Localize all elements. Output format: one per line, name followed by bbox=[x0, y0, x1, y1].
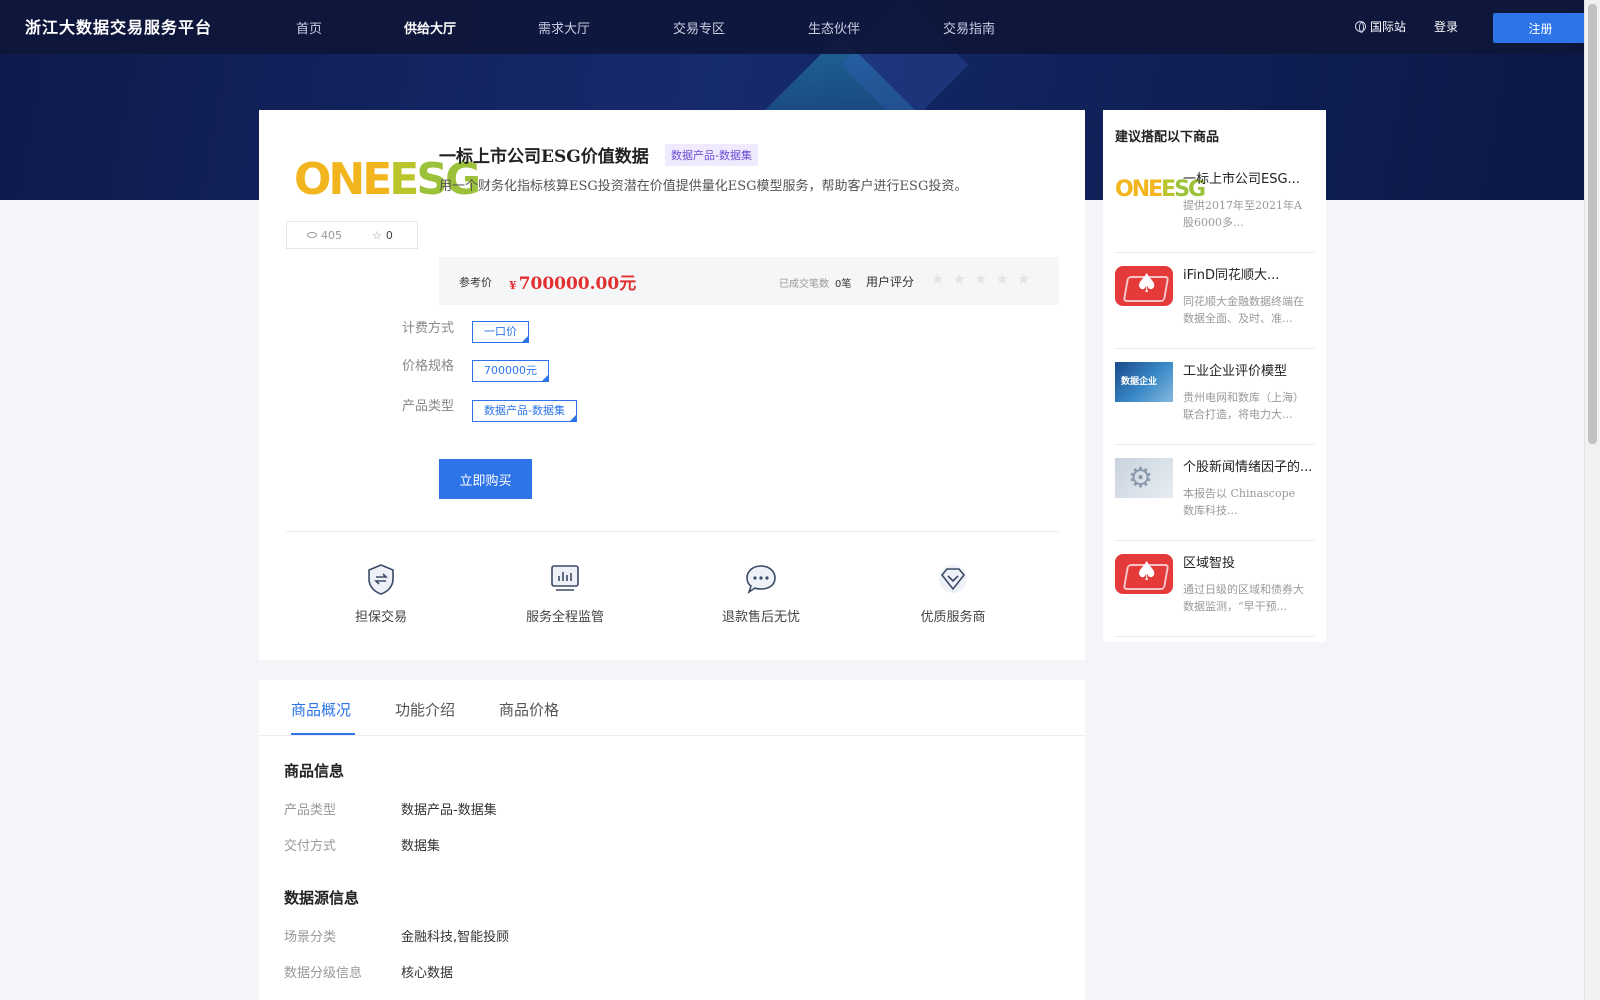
guarantee-supervision: 服务全程监管 bbox=[505, 562, 625, 625]
billing-label: 计费方式 bbox=[402, 321, 455, 336]
product-category-badge: 数据产品-数据集 bbox=[665, 144, 758, 166]
product-description: 用一个财务化指标核算ESG投资潜在价值提供量化ESG模型服务，帮助客户进行ESG… bbox=[439, 179, 968, 194]
product-title: 一标上市公司ESG价值数据 bbox=[439, 147, 649, 167]
intl-label: 国际站 bbox=[1370, 20, 1407, 34]
view-count: 405 bbox=[307, 229, 342, 242]
price-spec-label: 价格规格 bbox=[402, 359, 455, 374]
price-bar: 参考价 ¥700000.00元 已成交笔数 0笔 用户评分 ★ ★ ★ ★ ★ bbox=[439, 257, 1059, 305]
globe-icon bbox=[1355, 21, 1366, 33]
recommend-item-desc: 贵州电网和数库（上海）联合打造，将电力大... bbox=[1183, 391, 1304, 421]
ifind-logo bbox=[1115, 554, 1173, 594]
section-heading: 商品信息 bbox=[284, 762, 345, 780]
tab-features[interactable]: 功能介绍 bbox=[395, 699, 455, 720]
nav-item-guide[interactable]: 交易指南 bbox=[943, 18, 995, 37]
nav-item-partners[interactable]: 生态伙伴 bbox=[808, 18, 860, 37]
nav-item-home[interactable]: 首页 bbox=[296, 18, 322, 37]
star-outline-icon: ☆ bbox=[372, 228, 382, 242]
login-link[interactable]: 登录 bbox=[1434, 18, 1458, 35]
recommend-item-name: 个股新闻情绪因子的... bbox=[1183, 460, 1313, 475]
rating-label: 用户评分 bbox=[866, 275, 915, 289]
details-tabs: 商品概况 功能介绍 商品价格 bbox=[259, 680, 1085, 736]
eye-icon bbox=[307, 232, 317, 238]
site-brand[interactable]: 浙江大数据交易服务平台 bbox=[25, 14, 212, 38]
chat-bubble-icon bbox=[746, 565, 776, 594]
billing-option[interactable]: 一口价 bbox=[472, 321, 529, 343]
divider bbox=[286, 531, 1060, 532]
recommend-item-name: iFinD同花顺大... bbox=[1183, 268, 1280, 283]
detail-key: 数据分级信息 bbox=[284, 966, 363, 981]
buy-now-button[interactable]: 立即购买 bbox=[439, 459, 532, 499]
industry-image: 数据企业 bbox=[1115, 362, 1173, 402]
shield-icon bbox=[368, 564, 394, 595]
product-type-option[interactable]: 数据产品-数据集 bbox=[472, 400, 577, 422]
detail-value: 金融科技,智能投顾 bbox=[401, 930, 510, 945]
price-label: 参考价 bbox=[459, 276, 492, 289]
detail-key: 场景分类 bbox=[284, 930, 337, 945]
recommend-item-name: 区域智投 bbox=[1183, 556, 1236, 571]
nav-item-demand[interactable]: 需求大厅 bbox=[538, 18, 590, 37]
product-card: ONEESG 405 ☆ 0 一标上市公司ESG价值数据 数据产品-数据集 用一… bbox=[259, 110, 1085, 660]
recommend-item[interactable]: 数据企业 工业企业评价模型 贵州电网和数库（上海）联合打造，将电力大... bbox=[1115, 350, 1315, 445]
recommend-item-name: 一标上市公司ESG... bbox=[1183, 172, 1300, 187]
detail-value: 核心数据 bbox=[401, 966, 454, 981]
star-icon: ★ bbox=[1016, 270, 1031, 288]
diamond-icon bbox=[939, 565, 967, 593]
rating-stars: ★ ★ ★ ★ ★ bbox=[931, 270, 1030, 288]
monitor-chart-icon bbox=[551, 565, 579, 591]
ifind-logo bbox=[1115, 266, 1173, 306]
product-stats: 405 ☆ 0 bbox=[286, 221, 418, 249]
tab-pricing[interactable]: 商品价格 bbox=[499, 699, 559, 720]
recommend-panel: 建议搭配以下商品 ONEESG 一标上市公司ESG... 提供2017年至202… bbox=[1103, 110, 1326, 642]
price-spec-option[interactable]: 700000元 bbox=[472, 360, 549, 382]
recommend-item[interactable]: ONEESG 一标上市公司ESG... 提供2017年至2021年A股6000多… bbox=[1115, 158, 1315, 253]
guarantee-escrow: 担保交易 bbox=[321, 562, 441, 625]
price-value: ¥700000.00元 bbox=[509, 274, 637, 294]
recommend-item[interactable]: iFinD同花顺大... 同花顺大金融数据终端在数据全面、及时、准... bbox=[1115, 254, 1315, 349]
intl-site-link[interactable]: 国际站 bbox=[1355, 18, 1406, 35]
recommend-item-desc: 同花顺大金融数据终端在数据全面、及时、准... bbox=[1183, 295, 1304, 325]
active-tab-indicator bbox=[291, 733, 355, 735]
deal-count: 已成交笔数 0笔 bbox=[779, 279, 852, 290]
product-logo: ONEESG bbox=[294, 154, 481, 205]
top-nav: 浙江大数据交易服务平台 首页 供给大厅 需求大厅 交易专区 生态伙伴 交易指南 … bbox=[0, 0, 1588, 54]
gear-icon: ⚙ bbox=[1115, 458, 1173, 498]
detail-key: 交付方式 bbox=[284, 839, 337, 854]
star-icon: ★ bbox=[973, 270, 988, 288]
recommend-item[interactable]: 区域智投 通过日级的区域和债券大数据监测，“早干预... bbox=[1115, 542, 1315, 637]
product-type-label: 产品类型 bbox=[402, 399, 455, 414]
details-panel: 商品概况 功能介绍 商品价格 商品信息 产品类型 数据产品-数据集 交付方式 数… bbox=[259, 680, 1085, 1000]
recommend-title: 建议搭配以下商品 bbox=[1115, 130, 1220, 145]
star-icon: ★ bbox=[952, 270, 966, 288]
recommend-item-name: 工业企业评价模型 bbox=[1183, 364, 1288, 379]
detail-key: 产品类型 bbox=[284, 803, 337, 818]
guarantee-provider: 优质服务商 bbox=[893, 562, 1013, 625]
onesg-logo: ONEESG bbox=[1115, 177, 1206, 202]
nav-item-supply[interactable]: 供给大厅 bbox=[404, 18, 456, 37]
tab-overview[interactable]: 商品概况 bbox=[291, 699, 351, 720]
star-icon: ★ bbox=[931, 270, 945, 288]
recommend-item-desc: 本报告以 Chinascope 数库科技... bbox=[1183, 487, 1296, 517]
page-scrollbar[interactable] bbox=[1584, 0, 1600, 1000]
recommend-item[interactable]: ⚙ 个股新闻情绪因子的... 本报告以 Chinascope 数库科技... bbox=[1115, 446, 1315, 541]
star-icon: ★ bbox=[995, 270, 1009, 288]
register-button[interactable]: 注册 bbox=[1493, 13, 1588, 43]
guarantee-refund: 退款售后无忧 bbox=[701, 562, 821, 625]
detail-value: 数据产品-数据集 bbox=[401, 803, 497, 818]
recommend-item-desc: 提供2017年至2021年A股6000多... bbox=[1183, 199, 1302, 229]
favorite-button[interactable]: ☆ 0 bbox=[372, 229, 393, 242]
nav-item-zone[interactable]: 交易专区 bbox=[673, 18, 725, 37]
scrollbar-thumb[interactable] bbox=[1588, 4, 1597, 444]
detail-value: 数据集 bbox=[401, 839, 441, 854]
section-heading: 数据源信息 bbox=[284, 889, 360, 907]
recommend-item-desc: 通过日级的区域和债券大数据监测，“早干预... bbox=[1183, 583, 1304, 613]
